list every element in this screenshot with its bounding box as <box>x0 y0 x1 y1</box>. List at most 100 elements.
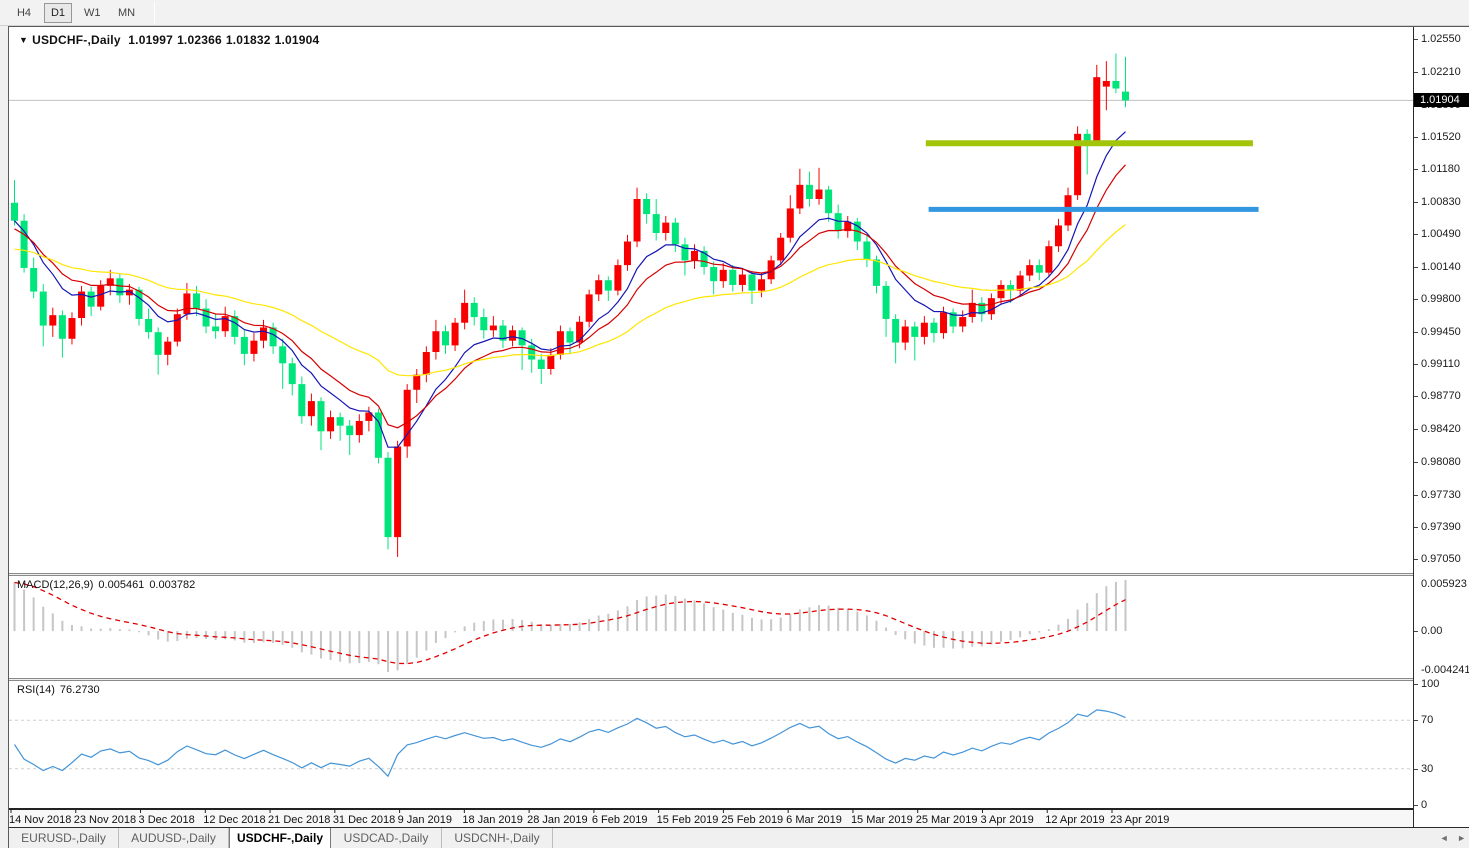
price-tick-mark <box>1414 495 1418 496</box>
tab-audusd[interactable]: AUDUSD-,Daily <box>119 828 229 848</box>
price-tick-label: 1.01520 <box>1421 131 1461 143</box>
tab-scroll-arrows: ◄ ► <box>1434 833 1466 843</box>
macd-tick-label: -0.004241 <box>1421 664 1469 676</box>
low-value: 1.01832 <box>226 33 271 47</box>
rsi-chart-canvas[interactable] <box>9 681 1413 808</box>
rsi-value: 76.2730 <box>60 684 100 696</box>
date-tick-label: 6 Mar 2019 <box>786 814 842 826</box>
price-tick-label: 1.01180 <box>1421 163 1460 175</box>
date-tick-label: 25 Feb 2019 <box>721 814 783 826</box>
price-tick-label: 0.98420 <box>1421 423 1461 435</box>
chart-window: ▼ USDCHF-,Daily 1.01997 1.02366 1.01832 1.01… <box>8 26 1469 848</box>
chart-tab-bar: EURUSD-,DailyAUDUSD-,DailyUSDCHF-,DailyU… <box>9 827 1469 848</box>
tab-scroll-right-icon[interactable]: ► <box>1457 833 1466 843</box>
moving-average-13 <box>15 165 1126 428</box>
date-tick-label: 3 Apr 2019 <box>980 814 1033 826</box>
price-tick-mark <box>1414 559 1418 560</box>
trading-terminal: H4 D1 W1MN ▼ USDCHF-,Daily 1.01997 1.02366 1.… <box>0 0 1469 848</box>
rsi-label: RSI(14) 76.2730 <box>17 684 105 696</box>
date-tick-label: 23 Apr 2019 <box>1110 814 1169 826</box>
macd-signal-line <box>15 583 1126 664</box>
date-tick-label: 14 Nov 2018 <box>9 814 71 826</box>
price-tick-label: 1.00830 <box>1421 196 1461 208</box>
close-value: 1.01904 <box>275 33 320 47</box>
tab-scroll-left-icon[interactable]: ◄ <box>1440 833 1449 843</box>
rsi-tick-label: 30 <box>1421 763 1433 775</box>
macd-main-value: 0.005461 <box>98 579 144 591</box>
date-tick-label: 18 Jan 2019 <box>462 814 523 826</box>
toolbar-separator <box>154 2 155 23</box>
price-tick-label: 0.97390 <box>1421 521 1461 533</box>
price-tick-mark <box>1414 234 1418 235</box>
price-tick-mark <box>1414 364 1418 365</box>
timeframe-button-d1[interactable]: D1 <box>44 3 72 23</box>
chart-title: ▼ USDCHF-,Daily 1.01997 1.02366 1.01832 1.01… <box>19 33 323 47</box>
price-tick-mark <box>1414 267 1418 268</box>
macd-name: MACD(12,26,9) <box>17 579 93 591</box>
tab-usdchf[interactable]: USDCHF-,Daily <box>229 828 331 848</box>
date-tick-label: 28 Jan 2019 <box>527 814 588 826</box>
macd-tick-label: 0.00 <box>1421 625 1442 637</box>
timeframe-button-mn[interactable]: MN <box>112 3 141 23</box>
price-tick-label: 0.99450 <box>1421 326 1461 338</box>
rsi-tick-mark <box>1414 769 1418 770</box>
price-tick-label: 1.00490 <box>1421 228 1461 240</box>
date-tick-label: 25 Mar 2019 <box>916 814 978 826</box>
timeframe-toolbar: H4 D1 W1MN <box>0 0 1469 26</box>
price-tick-label: 1.02210 <box>1421 66 1461 78</box>
date-tick-label: 9 Jan 2019 <box>398 814 452 826</box>
rsi-panel[interactable]: RSI(14) 76.2730 <box>9 681 1413 808</box>
price-tick-mark <box>1414 39 1418 40</box>
price-axis[interactable]: 1.025501.022101.018601.015201.011801.008… <box>1413 27 1469 827</box>
price-tick-label: 0.99110 <box>1421 358 1460 370</box>
tab-usdcnh[interactable]: USDCNH-,Daily <box>442 828 553 848</box>
collapse-triangle-icon[interactable]: ▼ <box>19 35 28 45</box>
macd-label: MACD(12,26,9) 0.005461 0.003782 <box>17 579 200 591</box>
timeframe-button-w1[interactable]: W1 <box>78 3 107 23</box>
chart-symbol-label: USDCHF-,Daily <box>32 33 121 47</box>
date-tick-label: 23 Nov 2018 <box>74 814 136 826</box>
tab-eurusd[interactable]: EURUSD-,Daily <box>9 828 119 848</box>
rsi-tick-mark <box>1414 720 1418 721</box>
date-tick-label: 3 Dec 2018 <box>139 814 195 826</box>
rsi-name: RSI(14) <box>17 684 55 696</box>
rsi-tick-label: 0 <box>1421 799 1427 811</box>
price-tick-label: 0.97050 <box>1421 553 1461 565</box>
price-tick-mark <box>1414 169 1418 170</box>
current-price-tag: 1.01904 <box>1414 93 1469 107</box>
price-tick-mark <box>1414 462 1418 463</box>
date-tick-label: 12 Apr 2019 <box>1045 814 1104 826</box>
date-tick-label: 21 Dec 2018 <box>268 814 330 826</box>
high-value: 1.02366 <box>177 33 222 47</box>
price-tick-label: 1.02550 <box>1421 33 1461 45</box>
price-tick-mark <box>1414 299 1418 300</box>
macd-panel[interactable]: MACD(12,26,9) 0.005461 0.003782 <box>9 576 1413 678</box>
rsi-tick-label: 100 <box>1421 678 1439 690</box>
price-tick-label: 0.99800 <box>1421 293 1461 305</box>
price-tick-label: 0.97730 <box>1421 489 1461 501</box>
price-chart-panel[interactable]: ▼ USDCHF-,Daily 1.01997 1.02366 1.01832 1.01… <box>9 27 1413 573</box>
moving-average-34 <box>15 225 1126 376</box>
date-axis[interactable]: 14 Nov 201823 Nov 20183 Dec 2018 12 Dec 2… <box>9 809 1469 827</box>
price-tick-mark <box>1414 202 1418 203</box>
price-tick-mark <box>1414 137 1418 138</box>
price-tick-mark <box>1414 429 1418 430</box>
macd-signal-value: 0.003782 <box>149 579 195 591</box>
price-tick-mark <box>1414 72 1418 73</box>
open-value: 1.01997 <box>128 33 173 47</box>
candlestick-series <box>11 54 1129 557</box>
date-tick-label: 6 Feb 2019 <box>592 814 648 826</box>
rsi-tick-mark <box>1414 805 1418 806</box>
date-tick-label: 12 Dec 2018 <box>203 814 265 826</box>
macd-chart-canvas[interactable] <box>9 576 1413 678</box>
date-tick-label: 15 Feb 2019 <box>657 814 719 826</box>
rsi-tick-label: 70 <box>1421 714 1433 726</box>
timeframe-button-h4[interactable]: H4 <box>10 3 38 23</box>
tab-usdcad[interactable]: USDCAD-,Daily <box>331 828 442 848</box>
price-tick-mark <box>1414 396 1418 397</box>
candlestick-chart-canvas[interactable] <box>9 27 1413 573</box>
price-tick-label: 0.98080 <box>1421 456 1461 468</box>
macd-tick-label: 0.005923 <box>1421 578 1467 590</box>
price-tick-mark <box>1414 332 1418 333</box>
price-tick-mark <box>1414 527 1418 528</box>
